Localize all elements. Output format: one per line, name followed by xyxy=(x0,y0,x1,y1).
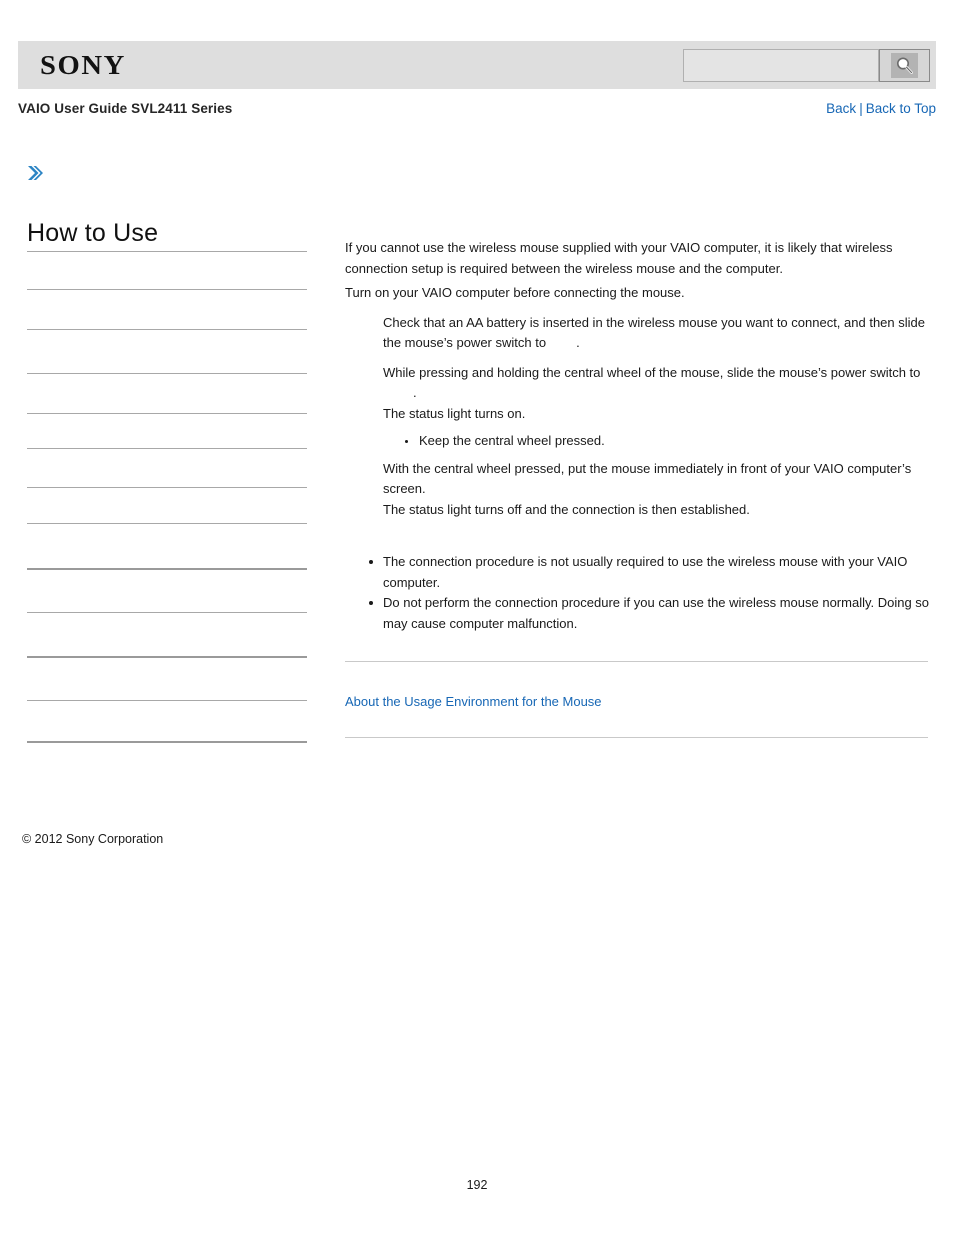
step-1-period: . xyxy=(576,335,580,350)
step-3-status-line: The status light turns off and the conne… xyxy=(383,501,750,517)
copyright-text: © 2012 Sony Corporation xyxy=(22,832,164,846)
notes-block: The connection procedure is not usually … xyxy=(345,552,930,634)
step-3-text: With the central wheel pressed, put the … xyxy=(383,460,912,497)
sidebar-item-13[interactable] xyxy=(27,741,307,743)
sony-logo: SONY xyxy=(40,50,126,80)
related-section-rule-bottom xyxy=(345,737,928,738)
guide-title: VAIO User Guide SVL2411 Series xyxy=(18,101,233,116)
subheader: VAIO User Guide SVL2411 Series Back | Back… xyxy=(18,101,936,121)
sidebar-item-8[interactable] xyxy=(27,523,307,568)
sidebar-item-5[interactable] xyxy=(27,413,307,448)
step-2-sub-bullet: Keep the central wheel pressed. xyxy=(403,431,930,452)
site-header-band: SONY xyxy=(18,41,936,89)
search-button[interactable] xyxy=(879,49,930,82)
sidebar-item-1[interactable] xyxy=(27,251,307,289)
sidebar-item-12[interactable] xyxy=(27,700,307,741)
sidebar-item-9[interactable] xyxy=(27,568,307,612)
step-2-period: . xyxy=(413,385,417,400)
related-section-rule-top xyxy=(345,661,928,662)
step-item-1: Check that an AA battery is inserted in … xyxy=(345,313,930,354)
page-number: 192 xyxy=(466,1178,488,1192)
note-item-2: Do not perform the connection procedure … xyxy=(367,593,930,634)
back-link[interactable]: Back xyxy=(826,101,856,116)
step-2-sub-list: Keep the central wheel pressed. xyxy=(383,431,930,452)
note-item-1: The connection procedure is not usually … xyxy=(367,552,930,593)
sidebar-item-11[interactable] xyxy=(27,656,307,700)
connection-steps-list: Check that an AA battery is inserted in … xyxy=(345,313,930,521)
sidebar-item-2[interactable] xyxy=(27,289,307,329)
sidebar-item-10[interactable] xyxy=(27,612,307,656)
search-area xyxy=(683,49,930,82)
intro-paragraph-1: If you cannot use the wireless mouse sup… xyxy=(345,240,893,276)
sidebar: How to Use xyxy=(27,218,307,743)
sidebar-title: How to Use xyxy=(27,219,159,247)
related-link-block: About the Usage Environment for the Mous… xyxy=(345,692,930,712)
power-switch-on-image-placeholder xyxy=(546,336,576,347)
step-2-text: While pressing and holding the central w… xyxy=(383,364,921,380)
related-topic-link[interactable]: About the Usage Environment for the Mous… xyxy=(345,692,930,712)
sidebar-item-3[interactable] xyxy=(27,329,307,373)
power-switch-on-image-placeholder-2 xyxy=(383,386,413,397)
sidebar-item-4[interactable] xyxy=(27,373,307,413)
back-to-top-link[interactable]: Back to Top xyxy=(866,101,936,116)
intro-paragraph-2: Turn on your VAIO computer before connec… xyxy=(345,285,685,300)
step-item-2: While pressing and holding the central w… xyxy=(345,363,930,521)
main-content: If you cannot use the wireless mouse sup… xyxy=(345,238,930,520)
step-1-text: Check that an AA battery is inserted in … xyxy=(383,314,925,351)
nav-separator: | xyxy=(859,101,863,116)
sidebar-item-7[interactable] xyxy=(27,487,307,523)
sidebar-item-6[interactable] xyxy=(27,448,307,487)
notes-list: The connection procedure is not usually … xyxy=(345,552,930,634)
header-nav-links: Back | Back to Top xyxy=(826,101,936,116)
double-chevron-right-icon[interactable] xyxy=(25,163,47,185)
search-icon xyxy=(891,53,918,78)
step-2-status-line: The status light turns on. xyxy=(383,405,526,421)
search-input[interactable] xyxy=(683,49,879,82)
